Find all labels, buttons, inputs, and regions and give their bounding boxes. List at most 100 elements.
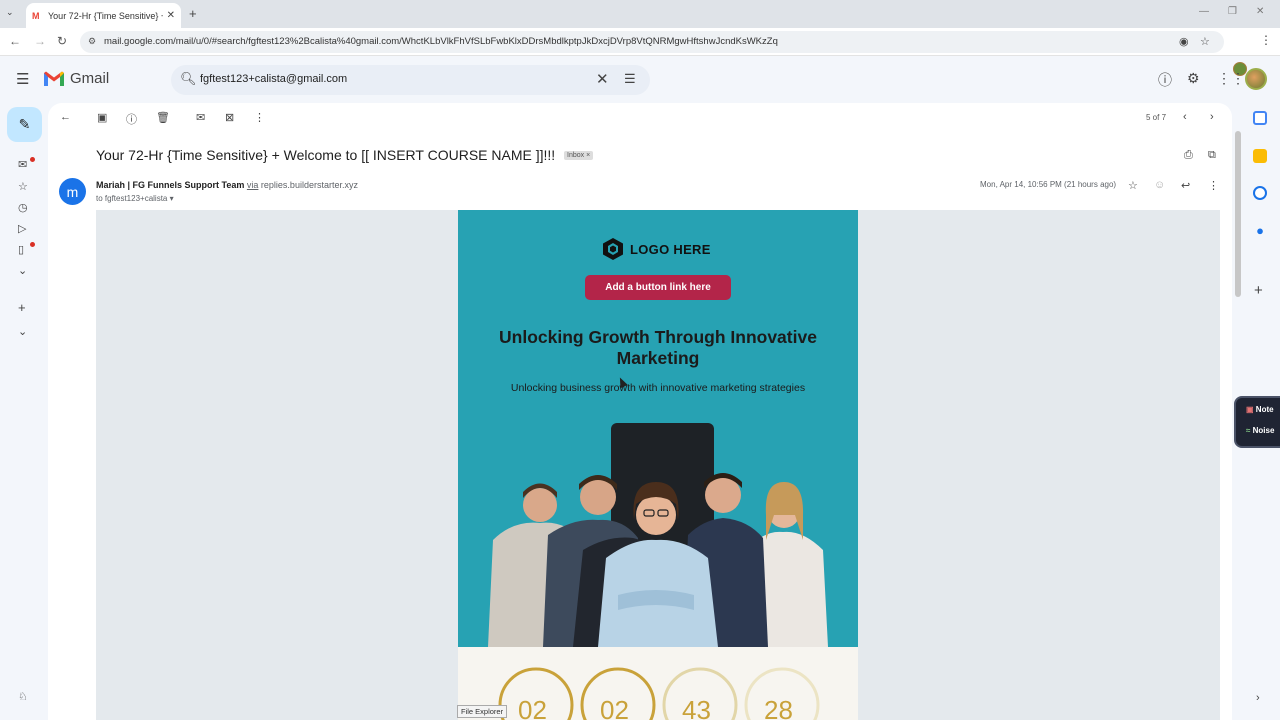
widget-note-label: Note xyxy=(1255,405,1274,414)
get-addons-plus-icon[interactable]: + xyxy=(1254,282,1263,299)
file-explorer-tooltip: File Explorer xyxy=(457,705,508,718)
floating-widget[interactable]: ▣ Note ≈ Noise xyxy=(1234,396,1280,448)
sender-domain: replies.builderstarter.xyz xyxy=(260,180,358,190)
reload-icon[interactable]: ↻ xyxy=(57,34,67,48)
star-icon[interactable]: ☆ xyxy=(1128,179,1138,192)
emoji-react-icon[interactable]: ☺ xyxy=(1154,179,1165,191)
browser-toolbar: ← → ↻ ⚙ mail.google.com/mail/u/0/#search… xyxy=(0,28,1280,76)
move-to-icon[interactable]: ⊠ xyxy=(225,111,234,124)
note-icon: ▣ xyxy=(1246,405,1254,414)
sender-avatar[interactable]: m xyxy=(59,178,86,205)
countdown-section: 02 02 43 28 xyxy=(458,647,858,720)
compose-button[interactable]: ✎ xyxy=(7,107,42,142)
reply-icon[interactable]: ↩ xyxy=(1181,179,1190,192)
create-label-plus-icon[interactable]: + xyxy=(18,300,26,315)
browser-tab[interactable]: M Your 72-Hr {Time Sensitive} + W ✕ xyxy=(26,3,181,28)
main-menu-icon[interactable]: ☰ xyxy=(16,70,29,88)
countdown-seconds: 28 xyxy=(764,695,793,720)
recipient-text: to fgftest123+calista xyxy=(96,194,168,203)
sender-avatar-letter: m xyxy=(66,183,79,200)
new-tab-icon[interactable]: + xyxy=(189,6,197,21)
via-text[interactable]: via xyxy=(247,180,259,190)
more-actions-icon[interactable]: ⋮ xyxy=(254,111,265,124)
expand-labels-chevron-icon[interactable]: ⌄ xyxy=(18,325,27,338)
clear-search-icon[interactable]: ✕ xyxy=(596,70,609,88)
browser-menu-icon[interactable]: ⋮ xyxy=(1260,33,1272,47)
close-window-icon[interactable]: ✕ xyxy=(1256,6,1264,17)
contacts-icon[interactable]: ● xyxy=(1253,224,1267,238)
newer-chevron-icon[interactable]: ‹ xyxy=(1183,111,1187,123)
forward-icon[interactable]: → xyxy=(34,34,46,48)
remove-label-icon[interactable]: × xyxy=(586,152,590,159)
sent-icon[interactable]: ▷ xyxy=(18,222,26,235)
widget-note[interactable]: ▣ Note xyxy=(1246,405,1274,414)
message-date: Mon, Apr 14, 10:56 PM (21 hours ago) xyxy=(980,180,1117,189)
message-view: ← ▣ ⓘ 🗑︎ ✉ ⊠ ⋮ 5 of 7 ‹ › Your 72-Hr {Ti… xyxy=(48,103,1232,720)
inbox-label-text: Inbox xyxy=(567,152,585,159)
email-subheadline: Unlocking business growth with innovativ… xyxy=(510,382,806,394)
browser-tab-strip: ⌄ M Your 72-Hr {Time Sensitive} + W ✕ + … xyxy=(0,0,1280,28)
archive-icon[interactable]: ▣ xyxy=(97,111,107,124)
widget-noise[interactable]: ≈ Noise xyxy=(1246,426,1274,435)
open-new-window-icon[interactable]: ⧉ xyxy=(1208,149,1216,162)
inbox-notification-dot xyxy=(30,157,35,162)
sender-name[interactable]: Mariah | FG Funnels Support Team xyxy=(96,180,244,190)
settings-gear-icon[interactable]: ⚙ xyxy=(1187,70,1200,87)
drafts-notification-dot xyxy=(30,242,35,247)
gmail-favicon-icon: M xyxy=(32,10,40,21)
countdown-days: 02 xyxy=(518,695,547,720)
starred-icon[interactable]: ☆ xyxy=(18,180,28,193)
email-logo: LOGO HERE xyxy=(602,237,711,261)
url-text: mail.google.com/mail/u/0/#search/fgftest… xyxy=(104,36,778,47)
gmail-wordmark: Gmail xyxy=(70,70,110,87)
email-hero: LOGO HERE Add a button link here Unlocki… xyxy=(458,210,858,647)
logo-text: LOGO HERE xyxy=(630,241,711,257)
recipient-line[interactable]: to fgftest123+calista ▾ xyxy=(96,194,174,203)
older-chevron-icon[interactable]: › xyxy=(1210,111,1214,123)
help-icon[interactable]: ⓘ xyxy=(1158,70,1172,90)
report-spam-icon[interactable]: ⓘ xyxy=(126,111,137,127)
gmail-logo-icon[interactable] xyxy=(43,70,65,87)
pager-text: 5 of 7 xyxy=(1146,113,1167,122)
inbox-label-chip[interactable]: Inbox × xyxy=(564,151,594,160)
tab-title: Your 72-Hr {Time Sensitive} + W xyxy=(48,10,163,21)
search-options-icon[interactable]: ☰ xyxy=(624,71,636,87)
eye-icon[interactable]: ◉ xyxy=(1179,35,1189,48)
inbox-icon[interactable]: ✉ xyxy=(18,158,27,171)
calendar-icon[interactable] xyxy=(1253,111,1267,125)
email-headline: Unlocking Growth Through Innovative Mark… xyxy=(499,327,817,368)
more-labels-chevron-icon[interactable]: ⌄ xyxy=(18,264,27,277)
hide-side-panel-chevron-icon[interactable]: › xyxy=(1256,692,1260,704)
countdown-hours: 02 xyxy=(600,695,629,720)
back-to-list-icon[interactable]: ← xyxy=(60,111,71,123)
tab-close-icon[interactable]: ✕ xyxy=(167,10,175,21)
snoozed-clock-icon[interactable]: ◷ xyxy=(18,201,28,214)
apps-grid-icon[interactable]: ⋮⋮ xyxy=(1217,70,1245,87)
message-more-icon[interactable]: ⋮ xyxy=(1208,179,1219,192)
bookmark-star-icon[interactable]: ☆ xyxy=(1200,35,1210,48)
mark-unread-icon[interactable]: ✉ xyxy=(196,111,205,124)
restore-icon[interactable]: ❐ xyxy=(1228,6,1237,17)
tab-search-icon[interactable]: ⌄ xyxy=(6,7,14,18)
tasks-icon[interactable] xyxy=(1253,186,1267,200)
pencil-icon: ✎ xyxy=(18,116,31,132)
sender-line: Mariah | FG Funnels Support Team via rep… xyxy=(96,180,358,190)
message-scrollbar[interactable] xyxy=(1235,131,1241,297)
keep-icon[interactable] xyxy=(1253,149,1267,163)
address-bar[interactable]: ⚙ mail.google.com/mail/u/0/#search/fgfte… xyxy=(80,31,1224,53)
email-cta-button[interactable]: Add a button link here xyxy=(585,275,731,300)
search-input[interactable]: fgftest123+calista@gmail.com xyxy=(200,73,347,85)
delete-trash-icon[interactable]: 🗑︎ xyxy=(156,111,170,124)
site-info-icon[interactable]: ⚙ xyxy=(88,36,96,47)
hexagon-logo-icon xyxy=(603,238,623,260)
message-subject: Your 72-Hr {Time Sensitive} + Welcome to… xyxy=(96,147,556,163)
search-icon[interactable]: 🔍︎ xyxy=(180,71,197,87)
team-photo xyxy=(488,423,828,647)
account-avatar[interactable] xyxy=(1245,68,1267,90)
back-icon[interactable]: ← xyxy=(9,34,21,48)
minimize-icon[interactable]: — xyxy=(1199,6,1209,17)
support-icon[interactable]: ♘ xyxy=(18,690,28,703)
drafts-icon[interactable]: ▯ xyxy=(18,243,24,256)
print-icon[interactable]: ⎙ xyxy=(1184,149,1193,162)
mail-search-bar[interactable]: 🔍︎ fgftest123+calista@gmail.com ✕ ☰ xyxy=(171,65,650,95)
